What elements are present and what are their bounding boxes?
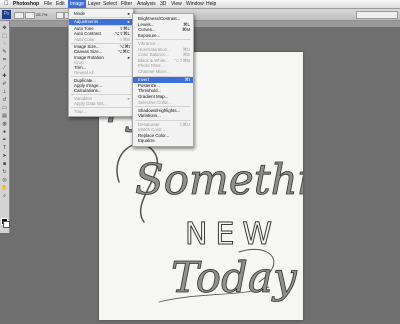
menu-item-shortcut: ▸ [127, 95, 130, 101]
menu-item-label: Curves... [138, 27, 156, 33]
menu-item-label: Invert [138, 77, 149, 83]
menu-edit[interactable]: Edit [56, 0, 65, 8]
pen-tool-icon[interactable]: ✒ [1, 137, 8, 143]
menu-item-label: Exposure... [138, 32, 161, 38]
menu-item-label: Adjustments [74, 18, 99, 24]
menu-item-label: Brightness/Contrast... [138, 16, 181, 21]
3d-rotate-tool-icon[interactable]: ↻ [1, 169, 8, 175]
menu-help[interactable]: Help [206, 0, 216, 8]
menu-item-label: Variations... [138, 113, 161, 119]
shape-tool-icon[interactable]: ■ [1, 161, 8, 167]
menu-analysis[interactable]: Analysis [137, 0, 156, 8]
menu-item-shortcut: ▸ [127, 54, 130, 60]
artwork-line-4: Today [171, 253, 298, 302]
menu-item-label: Levels... [138, 21, 155, 27]
menu-image[interactable]: Image [68, 0, 86, 8]
tools-panel: ✥ ⬚ ◌ ✎ ⌗ ⁄ ✚ ✐ ⊥ ↺ ▭ ▤ ◍ ● ✒ T ➤ ■ ↻ ◎ … [0, 21, 10, 233]
photoshop-logo-icon: Ps [2, 10, 11, 19]
path-select-tool-icon[interactable]: ➤ [1, 153, 8, 159]
healing-brush-tool-icon[interactable]: ✚ [1, 73, 8, 79]
menu-item-label: Equalize [138, 138, 155, 144]
menu-item-label: Black & White... [138, 57, 169, 63]
3d-orbit-tool-icon[interactable]: ◎ [1, 177, 8, 183]
menu-item-shortcut: ⌘B [182, 52, 190, 58]
menu-file[interactable]: File [44, 0, 52, 8]
marquee-tool-icon[interactable]: ⬚ [1, 33, 8, 39]
view-extras-button[interactable] [25, 12, 35, 19]
menu-item-adjustments[interactable]: Adjustments ▸ [69, 18, 133, 25]
menu-item-label: Replace Color... [138, 132, 170, 138]
menu-item-shortcut: ▸ [127, 18, 130, 24]
menu-item-label: Color Balance... [138, 52, 170, 58]
artwork-line-2: Something [135, 155, 303, 204]
menu-item-label: Mode [74, 11, 85, 16]
menu-item-shortcut: ⌥⇧⌘B [173, 57, 190, 63]
menu-item-shortcut: ⇧⌘B [119, 36, 130, 42]
artwork-line-3: NEW [185, 217, 280, 252]
gradient-tool-icon[interactable]: ▤ [1, 113, 8, 119]
menu-item-label: Shadows/Highlights... [138, 107, 181, 113]
menu-bar:  Photoshop File Edit Image Layer Select… [0, 0, 400, 9]
clone-stamp-tool-icon[interactable]: ⊥ [1, 89, 8, 95]
workspace-switcher[interactable] [356, 11, 398, 19]
menu-item-label: Auto Color [74, 36, 95, 42]
quick-select-tool-icon[interactable]: ✎ [1, 49, 8, 55]
brush-tool-icon[interactable]: ✐ [1, 81, 8, 87]
menu-item-shortcut: ⌘I [184, 77, 190, 83]
menu-item-label: Calculations... [74, 88, 102, 94]
menu-item-label: Channel Mixer... [138, 69, 170, 74]
background-color-swatch[interactable] [3, 221, 10, 228]
menu-item-label: Threshold... [138, 88, 162, 94]
menu-select[interactable]: Select [103, 0, 117, 8]
crop-tool-icon[interactable]: ⌗ [1, 57, 8, 63]
menu-item-label: Photo Filter... [138, 63, 164, 69]
hand-tool-button[interactable] [56, 12, 64, 19]
lasso-tool-icon[interactable]: ◌ [1, 41, 8, 47]
menu-item-shortcut: ⌘L [183, 21, 190, 27]
options-bar: Ps 25.7% [0, 9, 400, 21]
menu-item-label: Apply Data Set... [74, 101, 107, 106]
zoom-tool-icon[interactable]: ⌕ [1, 193, 8, 199]
menu-item-label: Match Color... [138, 127, 166, 133]
history-brush-tool-icon[interactable]: ↺ [1, 97, 8, 103]
menu-item-label: Desaturate [138, 121, 160, 127]
menu-view[interactable]: View [171, 0, 182, 8]
menu-window[interactable]: Window [186, 0, 204, 8]
hand-tool-icon[interactable]: ✋ [1, 185, 8, 191]
menu-item-shortcut: ⌘U [182, 46, 190, 52]
menu-filter[interactable]: Filter [121, 0, 132, 8]
menu-layer[interactable]: Layer [88, 0, 101, 8]
eyedropper-tool-icon[interactable]: ⁄ [1, 65, 8, 71]
type-tool-icon[interactable]: T [1, 145, 8, 151]
menu-item-label: Trap... [74, 108, 87, 114]
menu-app-name[interactable]: Photoshop [13, 0, 39, 8]
eraser-tool-icon[interactable]: ▭ [1, 105, 8, 111]
zoom-level[interactable]: 25.7% [36, 10, 47, 19]
move-tool-icon[interactable]: ✥ [1, 25, 8, 31]
menu-item-shortcut: ⌘M [181, 27, 190, 33]
menu-item-label: Gradient Map... [138, 94, 169, 99]
menu-item-shortcut: ▸ [127, 11, 130, 16]
adjustments-submenu: Brightness/Contrast... Levels... ⌘L Curves.… [132, 13, 194, 147]
menu-item-label: Hue/Saturation... [138, 46, 171, 52]
image-menu: Mode ▸ Adjustments ▸ Auto Tone ⇧⌘L Auto Contra… [68, 8, 134, 117]
menu-item-label: Posterize... [138, 82, 160, 88]
dodge-tool-icon[interactable]: ● [1, 129, 8, 135]
menu-item-label: Selective Color... [138, 99, 171, 105]
launch-bridge-button[interactable] [14, 12, 24, 19]
menu-item-label: Reveal All [74, 70, 94, 76]
menu-3d[interactable]: 3D [160, 0, 166, 8]
menu-item-shortcut: ⇧⌘U [178, 121, 190, 127]
menu-item-label: Vibrance... [138, 41, 159, 46]
blur-tool-icon[interactable]: ◍ [1, 121, 8, 127]
apple-icon[interactable]:  [4, 0, 9, 8]
